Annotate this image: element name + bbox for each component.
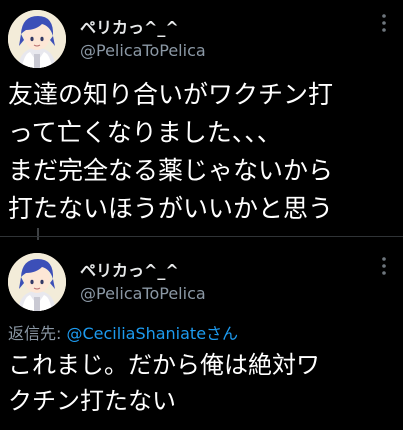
user-handle[interactable]: @PelicaToPelica: [80, 284, 206, 303]
reply-to-suffix: さん: [206, 324, 239, 343]
tweet-1[interactable]: ペリカっ^_^ @PelicaToPelica 友達の知り合いがワクチン打 って…: [0, 0, 403, 236]
tweet-text-line: まだ完全なる薬じゃないから: [8, 156, 334, 185]
tweet-text: これまじ。だから俺は絶対ワ クチン打たない: [8, 347, 398, 419]
reply-to-prefix: 返信先:: [8, 324, 67, 343]
tweet-2[interactable]: ペリカっ^_^ @PelicaToPelica 返信先: @CeciliaSha…: [0, 237, 403, 430]
tweet-text-line: 友達の知り合いがワクチン打: [8, 80, 334, 109]
more-options-icon[interactable]: [373, 12, 395, 34]
reply-to-mention-link[interactable]: @CeciliaShaniate: [66, 324, 206, 343]
user-handle[interactable]: @PelicaToPelica: [80, 41, 206, 60]
more-options-icon[interactable]: [373, 255, 395, 277]
reply-to-line: 返信先: @CeciliaShaniateさん: [8, 320, 238, 344]
tweet-text-line: 打たないほうがいいかと思う: [8, 194, 334, 223]
avatar[interactable]: [8, 253, 66, 311]
tweet-text: 友達の知り合いがワクチン打 って亡くなりました、、、 まだ完全なる薬じゃないから…: [8, 76, 398, 228]
avatar-image: [8, 253, 66, 311]
tweet-text-line: クチン打たない: [8, 387, 176, 415]
tweet-text-line: これまじ。だから俺は絶対ワ: [8, 351, 320, 379]
display-name[interactable]: ペリカっ^_^: [80, 14, 179, 38]
tweet-text-line: って亡くなりました、、、: [8, 118, 282, 147]
display-name[interactable]: ペリカっ^_^: [80, 257, 179, 281]
avatar-image: [8, 10, 66, 68]
avatar[interactable]: [8, 10, 66, 68]
